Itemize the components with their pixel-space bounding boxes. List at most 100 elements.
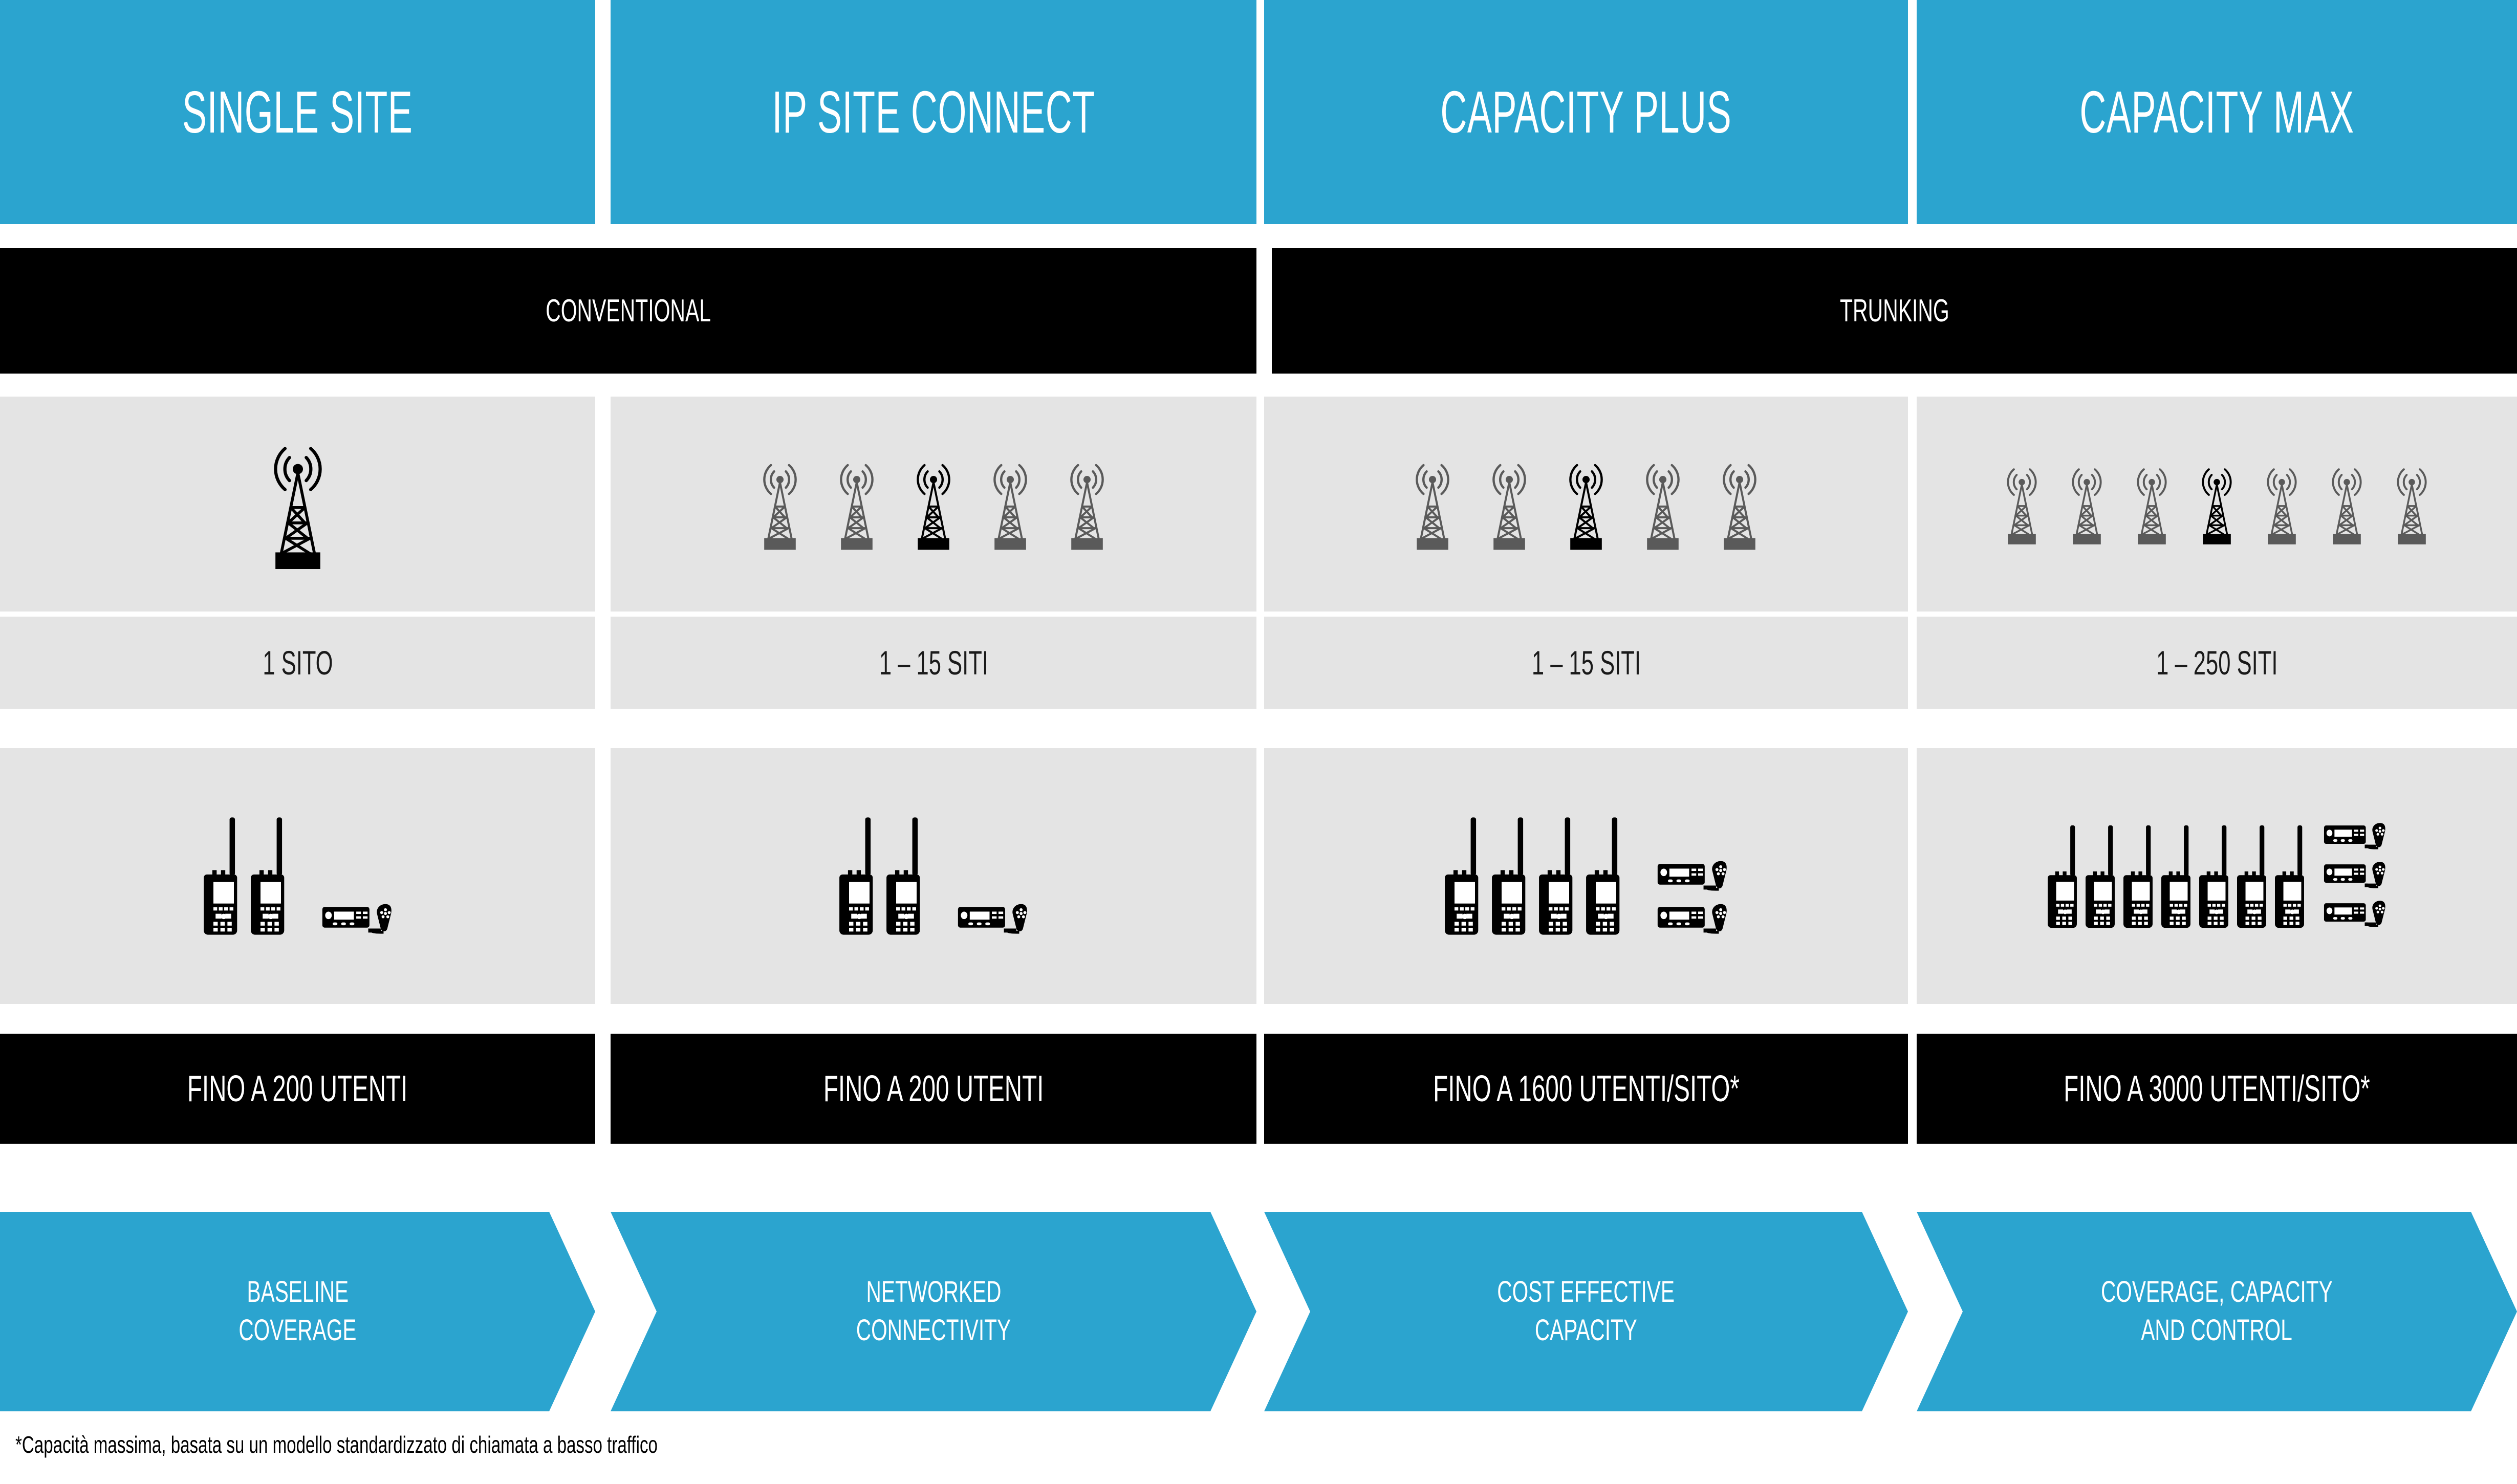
radio-tower-icon xyxy=(2202,468,2232,544)
sites-capacity-plus: 1 – 15 SITI xyxy=(1264,617,1908,709)
user-capacity-row: FINO A 200 UTENTI FINO A 200 UTENTI FINO… xyxy=(0,1034,2517,1144)
radio-tower-icon xyxy=(1646,464,1680,550)
portable-radio-icon xyxy=(250,817,284,935)
radio-tower-icon xyxy=(2332,468,2362,544)
column-gap xyxy=(595,617,611,709)
column-gap xyxy=(1908,617,1917,709)
radio-tower-icon xyxy=(1723,464,1756,550)
users-label: FINO A 1600 UTENTI/SITO* xyxy=(1433,1068,1740,1109)
column-gap xyxy=(1256,748,1264,1004)
radio-tower-icon xyxy=(993,464,1027,550)
column-gap xyxy=(595,397,611,612)
radio-tower-icon xyxy=(1569,464,1603,550)
towers-capacity-max xyxy=(1917,397,2517,612)
users-label: FINO A 200 UTENTI xyxy=(187,1068,408,1109)
radio-tower-icon xyxy=(2007,468,2037,544)
chevron-ip-site-connect[interactable]: NETWORKED CONNECTIVITY xyxy=(611,1212,1256,1411)
sites-ip-site-connect: 1 – 15 SITI xyxy=(611,617,1256,709)
users-ip-site-connect: FINO A 200 UTENTI xyxy=(611,1034,1256,1144)
devices-single-site xyxy=(0,748,595,1004)
mobile-radio-group xyxy=(957,902,1028,938)
column-gap xyxy=(1256,397,1264,612)
sites-capacity-max: 1 – 250 SITI xyxy=(1917,617,2517,709)
column-gap xyxy=(595,1212,611,1411)
mobile-radio-icon xyxy=(322,904,392,934)
column-gap xyxy=(1256,1034,1264,1144)
benefit-chevron-row: BASELINE COVERAGE NETWORKED CONNECTIVITY… xyxy=(0,1212,2517,1411)
portable-radio-icon xyxy=(2199,825,2228,928)
towers-capacity-plus xyxy=(1264,397,1908,612)
column-gap xyxy=(1908,1212,1917,1411)
benefit-line-2: CONNECTIVITY xyxy=(856,1314,1011,1347)
band-label: CONVENTIONAL xyxy=(546,293,711,329)
users-capacity-plus: FINO A 1600 UTENTI/SITO* xyxy=(1264,1034,1908,1144)
radio-tower-icon xyxy=(2397,468,2427,544)
benefit-line-1: NETWORKED xyxy=(866,1275,1001,1309)
users-label: FINO A 200 UTENTI xyxy=(823,1068,1044,1109)
benefit-line-2: AND CONTROL xyxy=(2141,1314,2293,1347)
header-label: IP SITE CONNECT xyxy=(772,79,1095,145)
portable-radio-icon xyxy=(2275,825,2304,928)
devices-ip-site-connect xyxy=(611,748,1256,1004)
portable-radio-icon xyxy=(2048,825,2077,928)
sites-label: 1 SITO xyxy=(262,644,333,682)
sites-label: 1 – 15 SITI xyxy=(879,644,988,682)
header-label: CAPACITY MAX xyxy=(2079,79,2354,145)
band-trunking: TRUNKING xyxy=(1272,248,2517,374)
column-gap xyxy=(595,748,611,1004)
portable-radio-group xyxy=(1445,814,1626,938)
towers-single-site xyxy=(0,397,595,612)
benefit-line-1: COST EFFECTIVE xyxy=(1497,1275,1675,1309)
header-capacity-max[interactable]: CAPACITY MAX xyxy=(1917,0,2517,224)
header-label: SINGLE SITE xyxy=(182,79,413,145)
mobile-radio-group xyxy=(2323,821,2386,931)
towers-ip-site-connect xyxy=(611,397,1256,612)
device-group xyxy=(2048,821,2386,931)
benefit-line-1: COVERAGE, CAPACITY xyxy=(2101,1275,2333,1309)
device-group xyxy=(203,814,392,938)
column-gap xyxy=(1908,0,1917,224)
portable-radio-icon xyxy=(1586,817,1620,935)
band-conventional: CONVENTIONAL xyxy=(0,248,1256,374)
chevron-capacity-plus[interactable]: COST EFFECTIVE CAPACITY xyxy=(1264,1212,1908,1411)
column-gap xyxy=(1256,617,1264,709)
radio-tower-icon xyxy=(2137,468,2167,544)
mobile-radio-icon xyxy=(2324,862,2385,888)
sites-single-site: 1 SITO xyxy=(0,617,595,709)
devices-capacity-max xyxy=(1917,748,2517,1004)
portable-radio-icon xyxy=(2123,825,2153,928)
footnote-text: *Capacità massima, basata su un modello … xyxy=(15,1431,658,1458)
tower-icon-row xyxy=(0,397,2517,612)
mobile-radio-group xyxy=(321,902,392,938)
radio-tower-icon xyxy=(1416,464,1449,550)
portable-radio-group xyxy=(203,814,291,938)
portable-radio-group xyxy=(2048,822,2310,931)
portable-radio-icon xyxy=(2237,825,2266,928)
devices-capacity-plus xyxy=(1264,748,1908,1004)
header-capacity-plus[interactable]: CAPACITY PLUS xyxy=(1264,0,1908,224)
portable-radio-icon xyxy=(839,817,873,935)
portable-radio-icon xyxy=(2161,825,2190,928)
chevron-single-site[interactable]: BASELINE COVERAGE xyxy=(0,1212,595,1411)
chevron-capacity-max[interactable]: COVERAGE, CAPACITY AND CONTROL xyxy=(1917,1212,2517,1411)
radio-tower-icon xyxy=(1070,464,1104,550)
column-gap xyxy=(1256,0,1264,224)
device-group xyxy=(1445,814,1727,938)
portable-radio-icon xyxy=(2086,825,2115,928)
portable-radio-group xyxy=(839,814,926,938)
sites-label: 1 – 15 SITI xyxy=(1531,644,1641,682)
product-header-row: SINGLE SITE IP SITE CONNECT CAPACITY PLU… xyxy=(0,0,2517,224)
benefit-line-2: CAPACITY xyxy=(1534,1314,1638,1347)
header-ip-site-connect[interactable]: IP SITE CONNECT xyxy=(611,0,1256,224)
portable-radio-icon xyxy=(203,817,237,935)
mobile-radio-group xyxy=(1657,859,1727,938)
band-label: TRUNKING xyxy=(1839,293,1949,329)
users-label: FINO A 3000 UTENTI/SITO* xyxy=(2064,1068,2370,1109)
column-gap xyxy=(1908,397,1917,612)
benefit-line-2: COVERAGE xyxy=(238,1314,357,1347)
system-type-band-row: CONVENTIONAL TRUNKING xyxy=(0,248,2517,374)
header-single-site[interactable]: SINGLE SITE xyxy=(0,0,595,224)
band-gap xyxy=(1256,248,1272,374)
radio-tower-icon xyxy=(273,446,322,569)
radio-tower-icon xyxy=(917,464,950,550)
